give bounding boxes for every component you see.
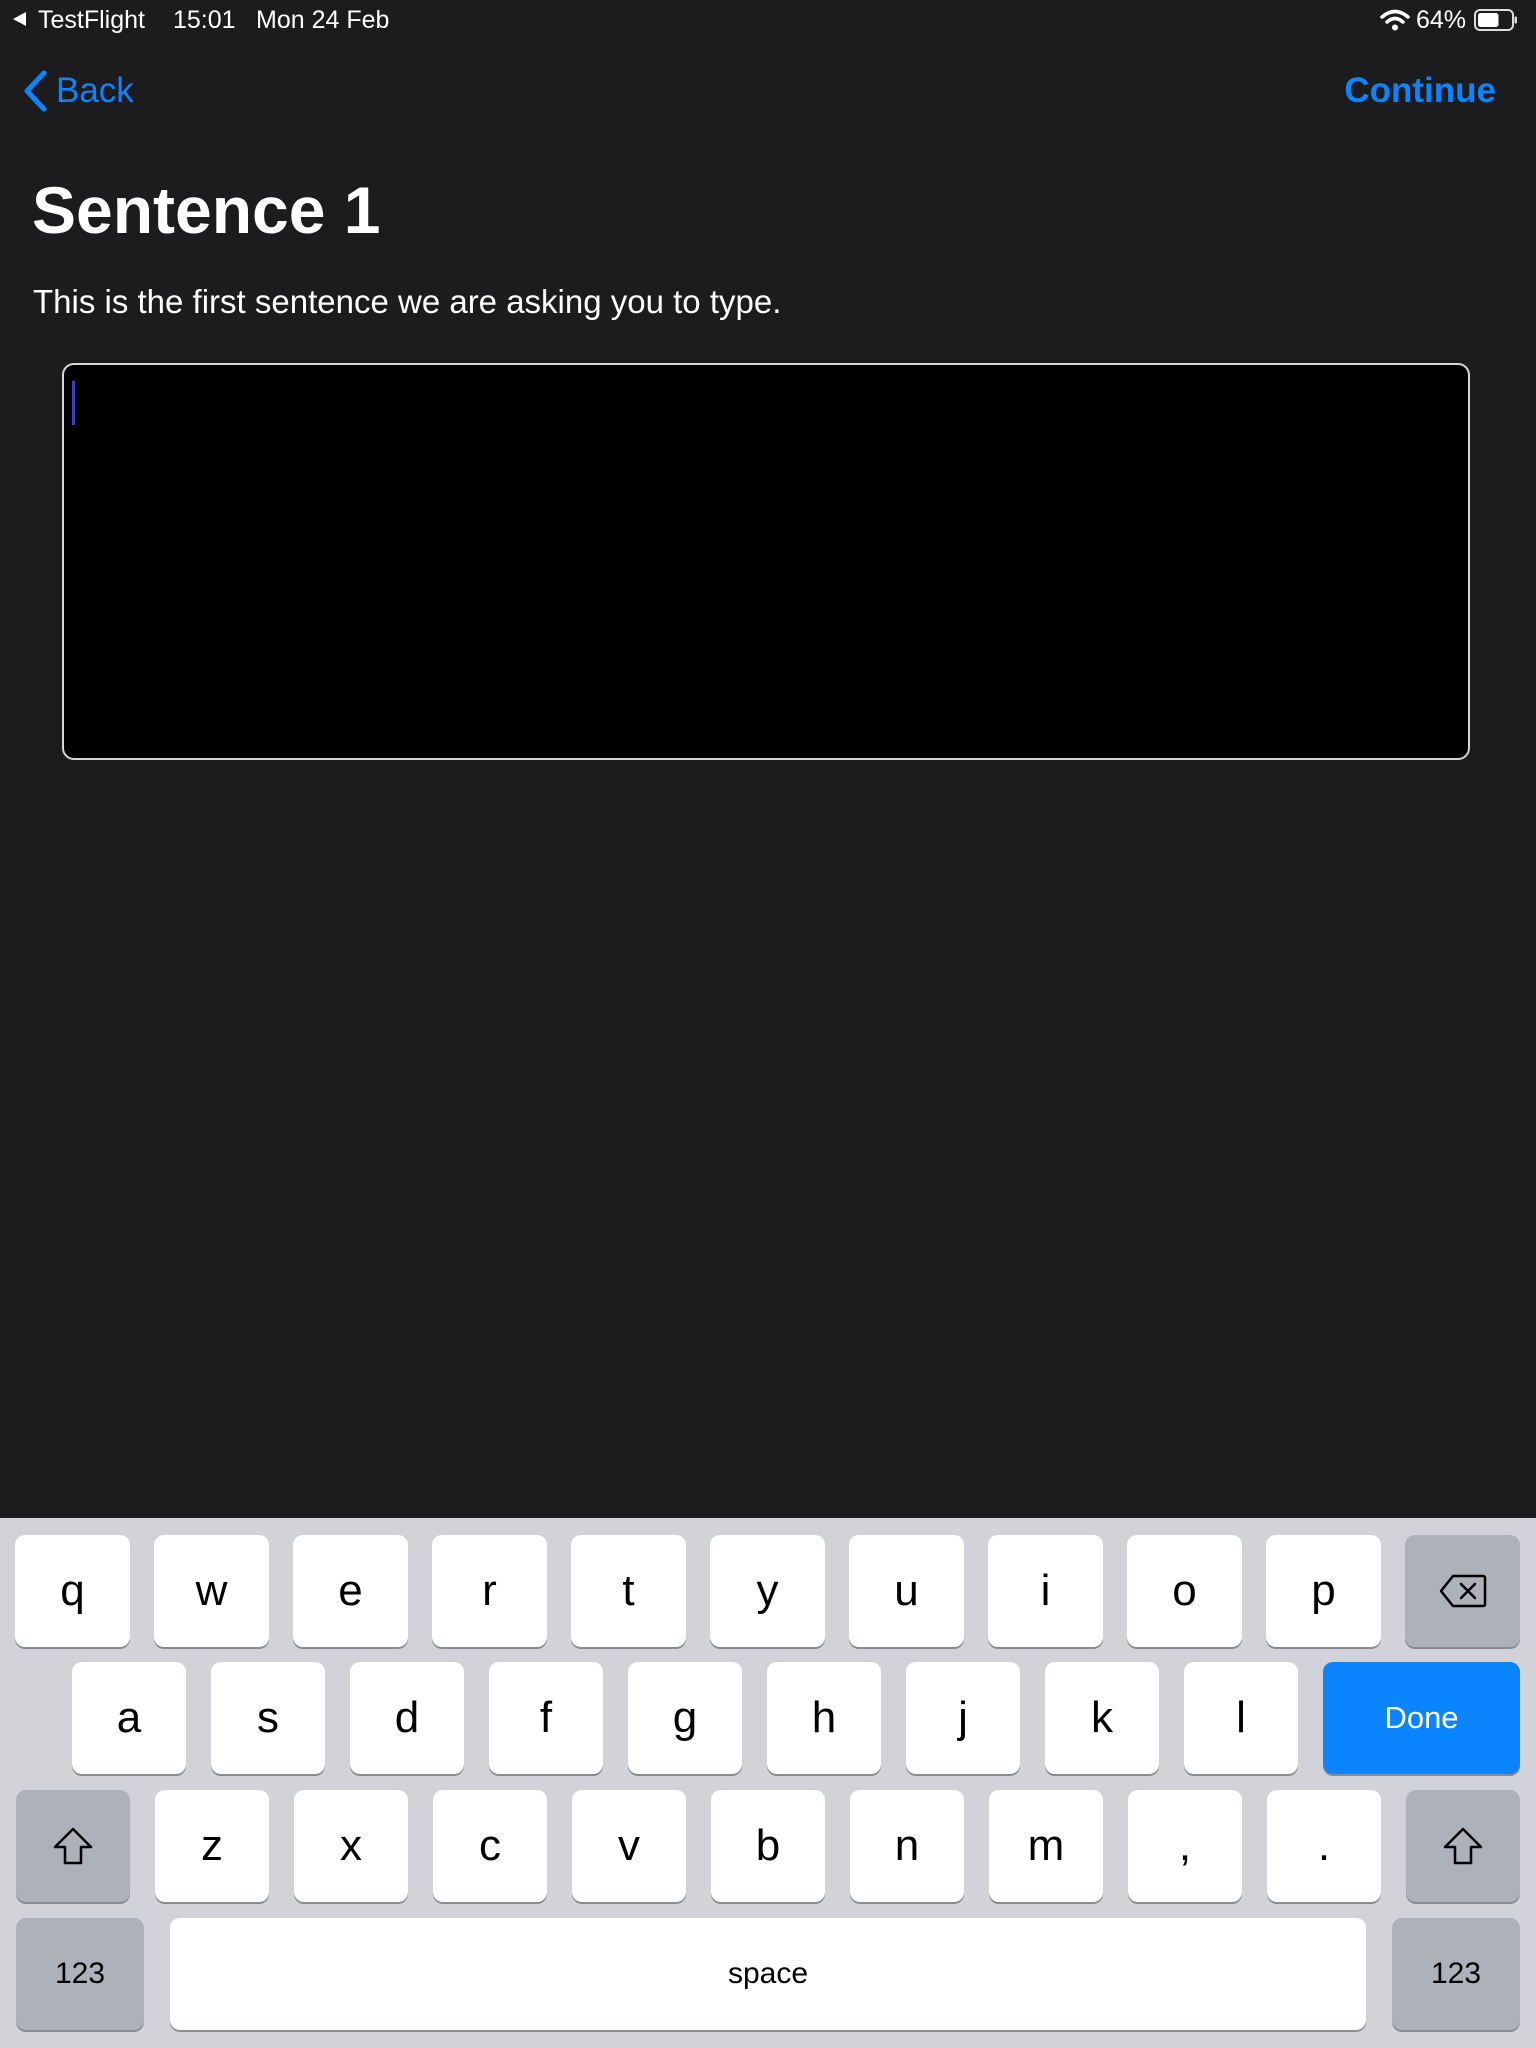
key-e[interactable]: e (293, 1535, 408, 1647)
battery-icon (1474, 9, 1517, 31)
key-s[interactable]: s (211, 1662, 325, 1774)
space-key[interactable]: space (170, 1918, 1366, 2030)
backspace-key[interactable] (1405, 1535, 1520, 1647)
key-i[interactable]: i (988, 1535, 1103, 1647)
key-b[interactable]: b (711, 1790, 825, 1902)
key-g[interactable]: g (628, 1662, 742, 1774)
key-k[interactable]: k (1045, 1662, 1159, 1774)
page-title: Sentence 1 (32, 173, 381, 247)
key-l[interactable]: l (1184, 1662, 1298, 1774)
key-w[interactable]: w (154, 1535, 269, 1647)
space-key-label: space (727, 1957, 809, 1990)
key-j[interactable]: j (906, 1662, 1020, 1774)
shift-key-left[interactable] (16, 1790, 130, 1902)
wifi-icon (1380, 9, 1410, 31)
done-key[interactable]: Done (1323, 1662, 1520, 1774)
back-button[interactable]: Back (22, 66, 134, 116)
back-button-label: Back (56, 71, 134, 110)
key-c[interactable]: c (433, 1790, 547, 1902)
status-time: 15:01 (173, 6, 236, 34)
numbers-key-right[interactable]: 123 (1392, 1918, 1520, 2030)
key-comma[interactable]: , (1128, 1790, 1242, 1902)
numbers-key-label: 123 (1430, 1957, 1482, 1990)
key-z[interactable]: z (155, 1790, 269, 1902)
key-x[interactable]: x (294, 1790, 408, 1902)
shift-icon (53, 1827, 93, 1865)
shift-icon (1443, 1827, 1483, 1865)
backspace-icon (1439, 1574, 1486, 1608)
numbers-key-left[interactable]: 123 (16, 1918, 144, 2030)
status-bar: TestFlight 15:01 Mon 24 Feb 64% (0, 0, 1536, 40)
key-u[interactable]: u (849, 1535, 964, 1647)
key-f[interactable]: f (489, 1662, 603, 1774)
chevron-left-icon (24, 70, 47, 112)
text-cursor (72, 381, 75, 425)
continue-button[interactable]: Continue (1344, 66, 1496, 116)
key-q[interactable]: q (15, 1535, 130, 1647)
key-p[interactable]: p (1266, 1535, 1381, 1647)
back-to-app-arrow-icon[interactable] (13, 12, 26, 26)
key-o[interactable]: o (1127, 1535, 1242, 1647)
numbers-key-label: 123 (54, 1957, 106, 1990)
key-t[interactable]: t (571, 1535, 686, 1647)
status-date: Mon 24 Feb (256, 6, 390, 34)
instruction-text: This is the first sentence we are asking… (33, 283, 782, 320)
key-h[interactable]: h (767, 1662, 881, 1774)
on-screen-keyboard: q w e r t y u i o p a s d f g h j k l Do… (0, 1518, 1536, 2048)
battery-percent: 64% (1416, 6, 1467, 34)
key-d[interactable]: d (350, 1662, 464, 1774)
key-r[interactable]: r (432, 1535, 547, 1647)
key-m[interactable]: m (989, 1790, 1103, 1902)
key-period[interactable]: . (1267, 1790, 1381, 1902)
back-to-app-label[interactable]: TestFlight (38, 4, 145, 36)
sentence-input[interactable] (62, 363, 1470, 760)
key-y[interactable]: y (710, 1535, 825, 1647)
shift-key-right[interactable] (1406, 1790, 1520, 1902)
key-a[interactable]: a (72, 1662, 186, 1774)
key-n[interactable]: n (850, 1790, 964, 1902)
key-v[interactable]: v (572, 1790, 686, 1902)
